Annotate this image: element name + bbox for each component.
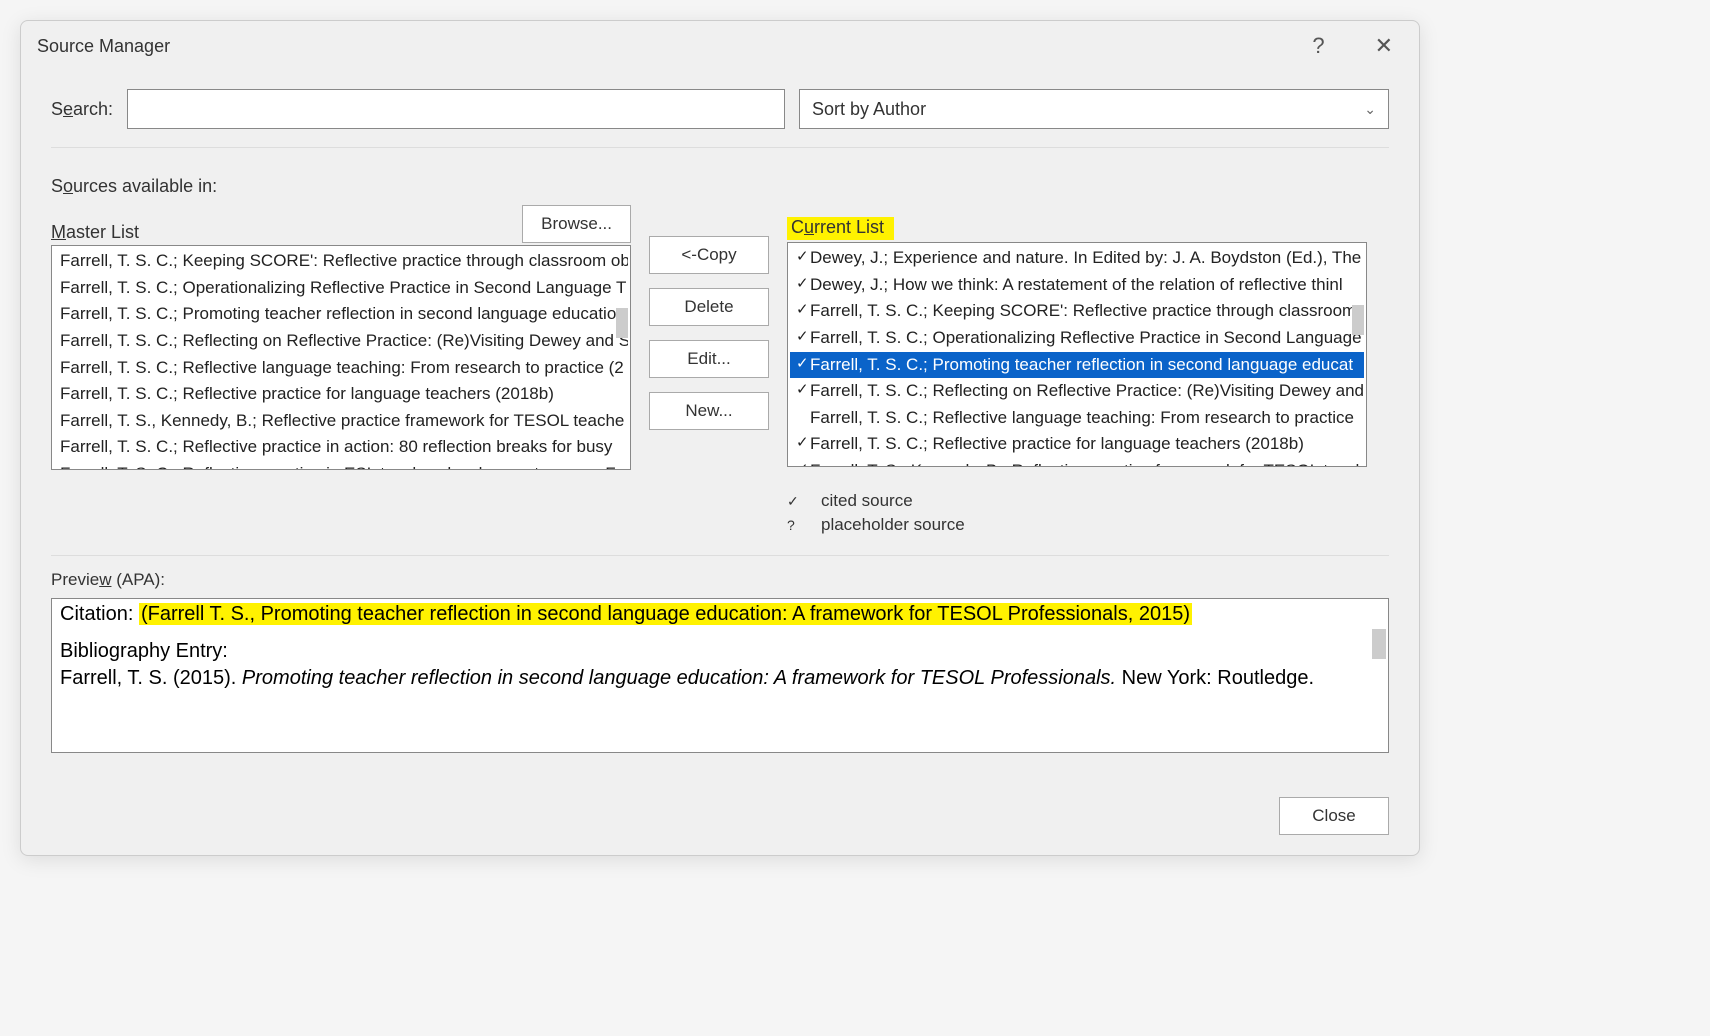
list-item[interactable]: Farrell, T. S. C.; Reflective language t… [790,405,1364,432]
new-button[interactable]: New... [649,392,769,430]
check-icon: ✓ [796,459,810,467]
sort-selected: Sort by Author [812,99,926,120]
preview-box: Citation: (Farrell T. S., Promoting teac… [51,598,1389,753]
sort-dropdown[interactable]: Sort by Author ⌄ [799,89,1389,129]
bibliography-entry: Farrell, T. S. (2015). Promoting teacher… [60,667,1380,690]
search-label: Search: [51,99,113,120]
list-item-text: Farrell, T. S., Kennedy, B.; Reflective … [810,459,1364,467]
search-row: Search: Sort by Author ⌄ [51,81,1389,148]
check-icon: ✓ [796,326,810,351]
list-item[interactable]: Farrell, T. S. C.; Reflective practice f… [54,381,628,408]
list-item-text: Farrell, T. S. C.; Promoting teacher ref… [810,353,1353,378]
preview-label: Preview (APA): [51,570,1389,590]
current-list-label: Current List [787,217,894,240]
legend: ✓ cited source ? placeholder source [787,491,1367,535]
master-list-label: Master List [51,222,139,243]
list-item[interactable]: Farrell, T. S., Kennedy, B.; Reflective … [54,408,628,435]
check-icon: ✓ [796,246,810,271]
master-listbox[interactable]: Farrell, T. S. C.; Keeping SCORE': Refle… [51,245,631,470]
browse-button[interactable]: Browse... [522,205,631,243]
list-item[interactable]: ✓Farrell, T. S., Kennedy, B.; Reflective… [790,458,1364,467]
scrollbar-thumb[interactable] [1372,629,1386,659]
check-icon: ✓ [796,299,810,324]
check-icon [796,406,810,431]
current-listbox[interactable]: ✓Dewey, J.; Experience and nature. In Ed… [787,242,1367,467]
dialog-title: Source Manager [37,36,1312,57]
citation-line: Citation: (Farrell T. S., Promoting teac… [60,603,1380,626]
list-item[interactable]: Farrell, T. S. C.; Reflective practice i… [54,434,628,461]
scrollbar-thumb[interactable] [1352,305,1364,335]
search-input[interactable] [127,89,785,129]
titlebar: Source Manager ? ✕ [21,21,1419,71]
list-item-text: Farrell, T. S. C.; Keeping SCORE': Refle… [810,299,1364,324]
list-item[interactable]: Farrell, T. S. C.; Reflective language t… [54,355,628,382]
help-icon[interactable]: ? [1312,33,1324,59]
list-item[interactable]: Farrell, T. S. C.; Reflecting on Reflect… [54,328,628,355]
list-item[interactable]: ✓Farrell, T. S. C.; Promoting teacher re… [790,352,1364,379]
scrollbar-thumb[interactable] [616,308,628,338]
list-item[interactable]: Farrell, T. S. C.; Operationalizing Refl… [54,275,628,302]
list-item-text: Farrell, T. S. C.; Reflective practice f… [810,432,1304,457]
list-item-text: Dewey, J.; Experience and nature. In Edi… [810,246,1361,271]
list-item[interactable]: Farrell, T. S. C.; Reflective practice i… [54,461,628,470]
check-icon: ✓ [787,493,801,510]
list-item-text: Farrell, T. S. C.; Reflective language t… [810,406,1354,431]
source-manager-dialog: Source Manager ? ✕ Search: Sort by Autho… [20,20,1420,856]
check-icon: ✓ [796,432,810,457]
list-item[interactable]: ✓Farrell, T. S. C.; Reflective practice … [790,431,1364,458]
list-item[interactable]: ✓Dewey, J.; How we think: A restatement … [790,272,1364,299]
delete-button[interactable]: Delete [649,288,769,326]
sources-available-label: Sources available in: [51,176,631,197]
check-icon: ✓ [796,353,810,378]
cited-source-label: cited source [821,491,913,511]
placeholder-source-label: placeholder source [821,515,965,535]
list-item-text: Farrell, T. S. C.; Operationalizing Refl… [810,326,1362,351]
copy-button[interactable]: <- Copy [649,236,769,274]
list-item[interactable]: Farrell, T. S. C.; Promoting teacher ref… [54,301,628,328]
close-icon[interactable]: ✕ [1365,33,1403,59]
list-item[interactable]: ✓Farrell, T. S. C.; Keeping SCORE': Refl… [790,298,1364,325]
list-item[interactable]: ✓Dewey, J.; Experience and nature. In Ed… [790,245,1364,272]
question-icon: ? [787,517,801,533]
list-item-text: Dewey, J.; How we think: A restatement o… [810,273,1343,298]
list-item-text: Farrell, T. S. C.; Reflecting on Reflect… [810,379,1364,404]
edit-button[interactable]: Edit... [649,340,769,378]
check-icon: ✓ [796,379,810,404]
check-icon: ✓ [796,273,810,298]
citation-text: (Farrell T. S., Promoting teacher reflec… [139,603,1192,625]
list-item[interactable]: Farrell, T. S. C.; Keeping SCORE': Refle… [54,248,628,275]
list-item[interactable]: ✓Farrell, T. S. C.; Operationalizing Ref… [790,325,1364,352]
chevron-down-icon: ⌄ [1364,101,1376,118]
bibliography-label: Bibliography Entry: [60,640,1380,663]
close-button[interactable]: Close [1279,797,1389,835]
list-item[interactable]: ✓Farrell, T. S. C.; Reflecting on Reflec… [790,378,1364,405]
